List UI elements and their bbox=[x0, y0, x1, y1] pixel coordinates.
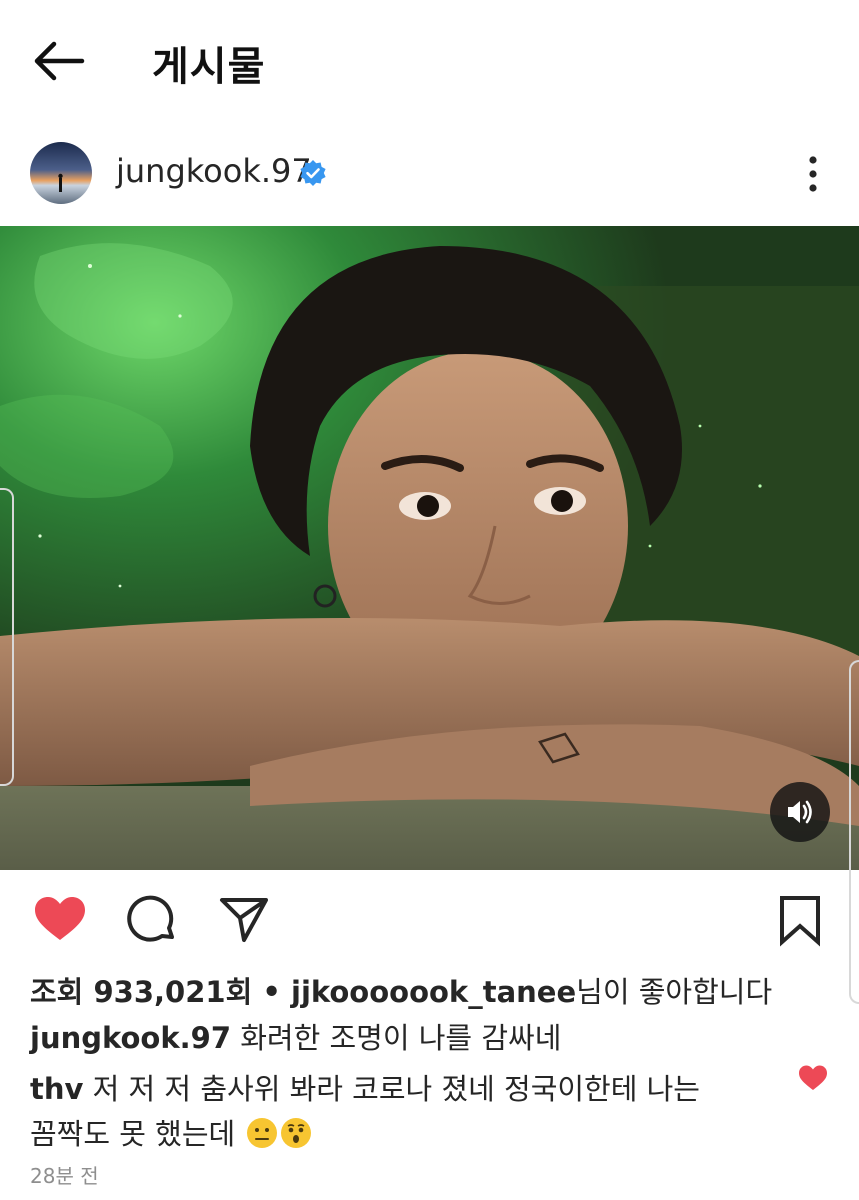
save-button[interactable] bbox=[772, 892, 828, 948]
views-label: 조회 bbox=[30, 975, 84, 1009]
heart-filled-icon bbox=[799, 1065, 827, 1090]
left-edge-handle bbox=[0, 488, 14, 786]
comment-button[interactable] bbox=[124, 892, 180, 948]
more-options-button[interactable] bbox=[798, 152, 828, 196]
post-timestamp: 28분 전 bbox=[30, 1164, 99, 1188]
sound-toggle-button[interactable] bbox=[770, 782, 830, 842]
separator: • bbox=[252, 975, 291, 1009]
liked-text: 님이 좋아합니다 bbox=[576, 975, 773, 1009]
post-header: jungkook.97 bbox=[0, 130, 859, 220]
liker-username[interactable]: jjkooooook_tanee bbox=[291, 975, 576, 1009]
comment-text-1: 저 저 저 춤사위 봐라 코로나 졌네 정국이한테 나는 bbox=[83, 1072, 700, 1106]
top-bar: 게시물 bbox=[0, 0, 859, 120]
more-vertical-icon bbox=[809, 156, 817, 192]
bookmark-icon bbox=[780, 896, 820, 947]
comment-line-2: 꼼짝도 못 했는데 bbox=[30, 1111, 312, 1153]
action-bar bbox=[0, 884, 859, 954]
verified-badge-icon bbox=[300, 160, 326, 186]
post-username[interactable]: jungkook.97 bbox=[116, 152, 312, 190]
caption-text: 화려한 조명이 나를 감싸네 bbox=[231, 1021, 562, 1055]
share-button[interactable] bbox=[216, 892, 272, 948]
post-video[interactable] bbox=[0, 226, 859, 870]
views-likes-line: 조회 933,021회 • jjkooooook_tanee님이 좋아합니다 bbox=[30, 969, 772, 1011]
send-icon bbox=[220, 898, 268, 942]
like-button[interactable] bbox=[32, 892, 88, 948]
caption: jungkook.97 화려한 조명이 나를 감싸네 bbox=[30, 1015, 561, 1057]
neutral-face-emoji-icon bbox=[247, 1118, 278, 1148]
comment-like-button[interactable] bbox=[798, 1064, 828, 1092]
video-thumbnail bbox=[0, 226, 859, 870]
caption-username[interactable]: jungkook.97 bbox=[30, 1021, 231, 1055]
comment-text-2: 꼼짝도 못 했는데 bbox=[30, 1117, 236, 1151]
avatar[interactable] bbox=[30, 142, 92, 204]
page-title: 게시물 bbox=[152, 44, 266, 90]
heart-filled-icon bbox=[35, 897, 85, 940]
comment-icon bbox=[127, 895, 174, 942]
back-button[interactable] bbox=[32, 38, 86, 84]
astonished-face-emoji-icon bbox=[281, 1118, 312, 1148]
arrow-left-icon bbox=[34, 41, 85, 81]
views-count[interactable]: 933,021회 bbox=[93, 975, 252, 1009]
speaker-icon bbox=[788, 800, 812, 824]
comment-username[interactable]: thv bbox=[30, 1072, 83, 1106]
comment-line-1: thv 저 저 저 춤사위 봐라 코로나 졌네 정국이한테 나는 bbox=[30, 1066, 700, 1108]
